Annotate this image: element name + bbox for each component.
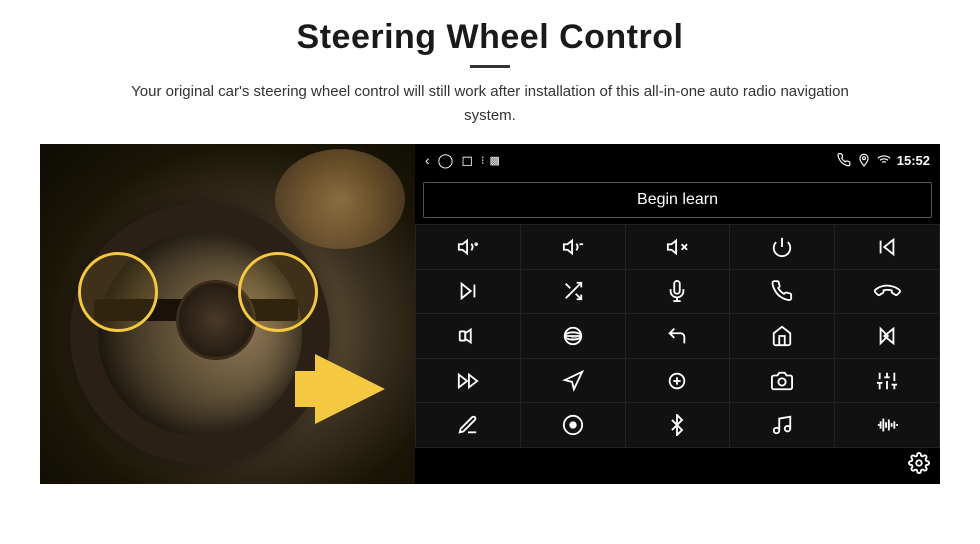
waveform-button[interactable] <box>835 403 939 447</box>
begin-learn-button[interactable]: Begin learn <box>423 182 932 218</box>
icons-grid: 360 <box>415 224 940 448</box>
home-nav-icon[interactable]: ◯ <box>438 152 454 169</box>
android-screen: ‹ ◯ ◻ ⁝ ▩ 15:52 <box>415 144 940 484</box>
recents-nav-icon[interactable]: ◻ <box>461 152 473 169</box>
phone-status-icon <box>837 153 851 167</box>
location-status-icon <box>857 153 871 167</box>
left-button-circle <box>78 252 158 332</box>
begin-learn-row: Begin learn <box>415 176 940 224</box>
status-left: ‹ ◯ ◻ ⁝ ▩ <box>425 152 501 169</box>
back-nav-icon[interactable]: ‹ <box>425 152 430 168</box>
svg-text:360: 360 <box>570 336 579 342</box>
title-divider <box>470 65 510 68</box>
circle-dot-button[interactable] <box>521 403 625 447</box>
edit-button[interactable] <box>416 403 520 447</box>
prev-track-button[interactable] <box>835 225 939 269</box>
settings-sliders-button[interactable] <box>835 359 939 403</box>
grid-nav-icon[interactable]: ⁝ ▩ <box>481 154 501 167</box>
camera-button[interactable] <box>730 359 834 403</box>
content-area: ‹ ◯ ◻ ⁝ ▩ 15:52 <box>40 144 940 484</box>
page-subtitle: Your original car's steering wheel contr… <box>110 80 870 128</box>
title-section: Steering Wheel Control Your original car… <box>40 18 940 128</box>
navigate-button[interactable] <box>521 359 625 403</box>
arrow-indicator <box>315 354 385 424</box>
vol-down-button[interactable] <box>521 225 625 269</box>
next-button[interactable] <box>416 270 520 314</box>
vol-up-button[interactable] <box>416 225 520 269</box>
speaker-button[interactable] <box>416 314 520 358</box>
vol-mute-button[interactable] <box>626 225 730 269</box>
power-button[interactable] <box>730 225 834 269</box>
back-button[interactable] <box>626 314 730 358</box>
fast-forward-button[interactable] <box>416 359 520 403</box>
status-right: 15:52 <box>837 153 930 168</box>
steering-wheel-image <box>40 144 415 484</box>
home-button[interactable] <box>730 314 834 358</box>
status-bar: ‹ ◯ ◻ ⁝ ▩ 15:52 <box>415 144 940 176</box>
shuffle-button[interactable] <box>521 270 625 314</box>
page-container: Steering Wheel Control Your original car… <box>0 0 980 494</box>
equalizer-button[interactable] <box>626 359 730 403</box>
skip-back-button[interactable] <box>835 314 939 358</box>
settings-gear-button[interactable] <box>908 452 930 480</box>
status-time: 15:52 <box>897 153 930 168</box>
mic-button[interactable] <box>626 270 730 314</box>
wifi-status-icon <box>877 153 891 167</box>
settings-row <box>415 448 940 484</box>
music-note-button[interactable] <box>730 403 834 447</box>
right-button-circle <box>238 252 318 332</box>
hangup-button[interactable] <box>835 270 939 314</box>
bluetooth-button[interactable] <box>626 403 730 447</box>
phone-call-button[interactable] <box>730 270 834 314</box>
360-button[interactable]: 360 <box>521 314 625 358</box>
page-title: Steering Wheel Control <box>40 18 940 57</box>
